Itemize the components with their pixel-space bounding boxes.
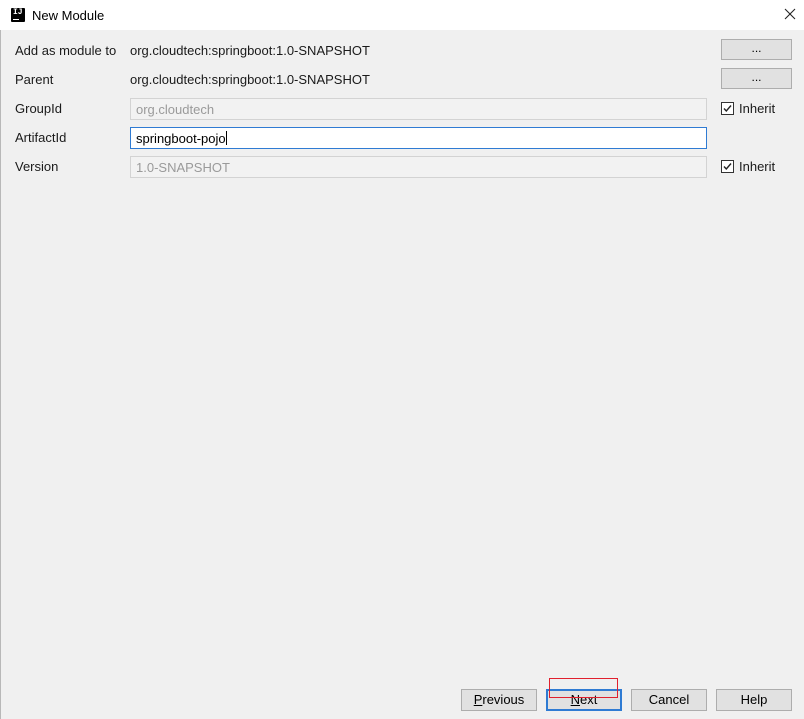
parent-value: org.cloudtech:springboot:1.0-SNAPSHOT xyxy=(130,72,370,87)
version-inherit-label[interactable]: Inherit xyxy=(739,159,775,174)
title-bar: IJ New Module xyxy=(0,0,804,30)
version-field[interactable]: 1.0-SNAPSHOT xyxy=(130,156,707,178)
artifactid-label: ArtifactId xyxy=(15,130,67,145)
groupid-field[interactable]: org.cloudtech xyxy=(130,98,707,120)
close-icon[interactable] xyxy=(782,6,798,22)
groupid-label: GroupId xyxy=(15,101,62,116)
window-edge xyxy=(0,30,1,719)
parent-label: Parent xyxy=(15,72,54,87)
app-icon-letters: IJ xyxy=(13,8,23,17)
groupid-inherit-label[interactable]: Inherit xyxy=(739,101,775,116)
cancel-button[interactable]: Cancel xyxy=(631,689,707,711)
highlight-annotation-box xyxy=(549,678,618,698)
window-title: New Module xyxy=(32,8,105,23)
previous-label: revious xyxy=(482,692,525,707)
add-as-module-value: org.cloudtech:springboot:1.0-SNAPSHOT xyxy=(130,43,370,58)
intellij-app-icon: IJ xyxy=(11,8,25,22)
text-caret xyxy=(225,131,227,145)
add-as-module-label: Add as module to xyxy=(15,43,117,58)
groupid-inherit-checkbox[interactable] xyxy=(721,102,734,115)
checkmark-icon xyxy=(723,163,732,171)
version-inherit-checkbox[interactable] xyxy=(721,160,734,173)
checkmark-icon xyxy=(723,105,732,113)
previous-button[interactable]: Previous xyxy=(461,689,537,711)
artifactid-value: springboot-pojo xyxy=(136,131,226,146)
artifactid-field[interactable]: springboot-pojo xyxy=(130,127,707,149)
help-button[interactable]: Help xyxy=(716,689,792,711)
parent-browse-button[interactable]: ... xyxy=(721,68,792,89)
version-label: Version xyxy=(15,159,59,174)
add-as-module-browse-button[interactable]: ... xyxy=(721,39,792,60)
